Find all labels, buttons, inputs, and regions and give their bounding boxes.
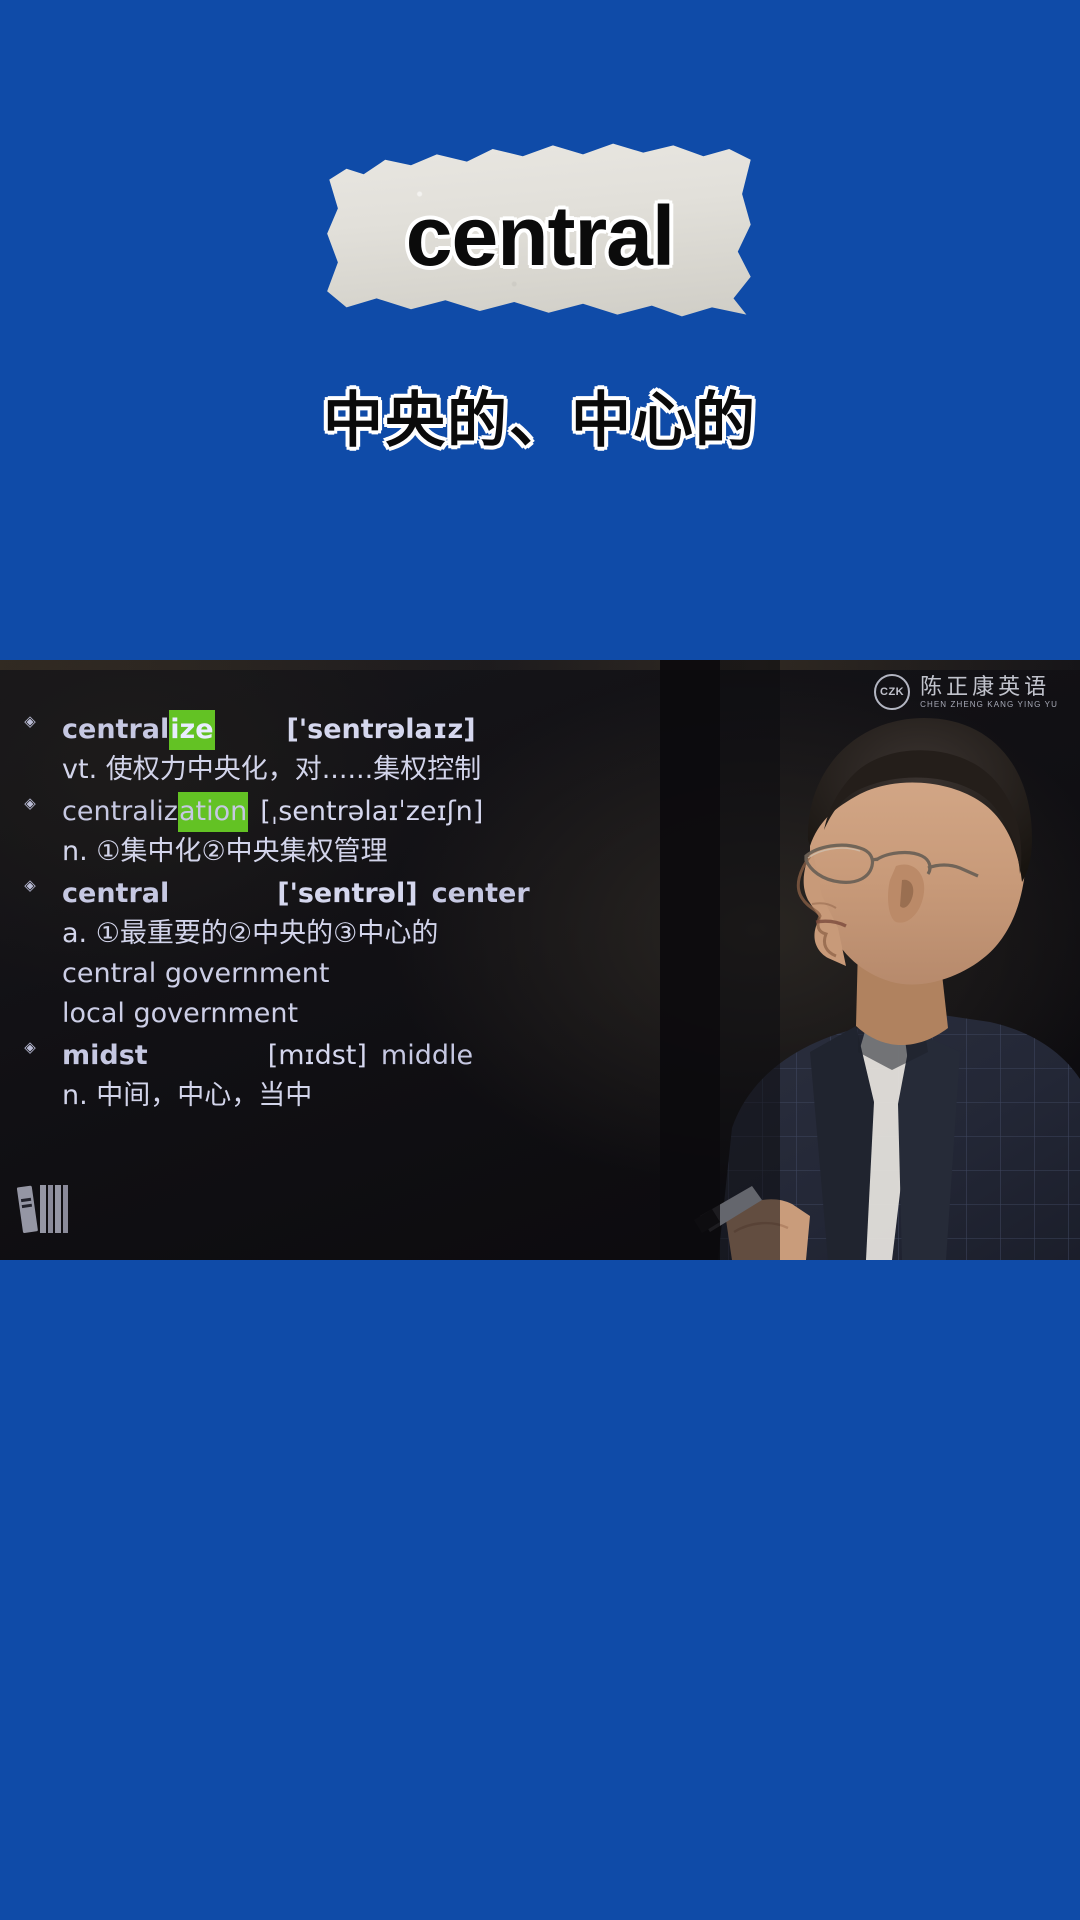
vocab-definition: a. ①最重要的②中央的③中心的 [62, 918, 439, 949]
vocab-term-line: centraliz ation [ˌsentrəlaɪˈzeɪʃn] [22, 792, 632, 832]
vocab-entry: ◈ central ['sentrəl] center a. ①最重要的②中央的… [22, 874, 632, 1034]
vocab-definition: n. 中间，中心，当中 [62, 1080, 313, 1111]
vocab-example: local government [62, 998, 299, 1029]
vocab-term-line: central ize ['sentrəlaɪz] [22, 710, 632, 750]
diamond-bullet-icon: ◈ [24, 712, 36, 730]
vocab-entry: ◈ midst [mɪdst] middle n. 中间，中心，当中 [22, 1036, 632, 1116]
vocab-term: midst [62, 1040, 148, 1071]
vocab-example: central government [62, 958, 330, 989]
vocab-synonym: middle [380, 1040, 474, 1071]
vocab-term-line: midst [mɪdst] middle [22, 1036, 632, 1076]
vocab-definition: n. ①集中化②中央集权管理 [62, 836, 388, 867]
vocab-term: centraliz [62, 796, 178, 827]
books-icon [16, 1185, 68, 1233]
vocab-entry: ◈ centraliz ation [ˌsentrəlaɪˈzeɪʃn] n. ①… [22, 792, 632, 872]
vocab-ipa: [ˌsentrəlaɪˈzeɪʃn] [260, 796, 484, 827]
vocab-ipa: ['sentrəlaɪz] [286, 714, 476, 745]
app-root: central 中央的、中心的 ◈ central ize ['sentrəlaɪ… [0, 0, 1080, 1920]
lecture-video-panel[interactable]: ◈ central ize ['sentrəlaɪz] vt. 使权力中央化，对.… [0, 660, 1080, 1260]
diamond-bullet-icon: ◈ [24, 1038, 36, 1056]
vocab-term-highlight: ize [169, 710, 215, 750]
diamond-bullet-icon: ◈ [24, 794, 36, 812]
vocab-term-line: central ['sentrəl] center [22, 874, 632, 914]
vocab-term-highlight: ation [177, 792, 249, 832]
vocab-definition: vt. 使权力中央化，对......集权控制 [62, 754, 482, 785]
speaker-figure [660, 660, 1080, 1260]
headword-text: central [405, 189, 675, 283]
translation-text: 中央的、中心的 [323, 387, 757, 454]
diamond-bullet-icon: ◈ [24, 876, 36, 894]
vocab-synonym: center [431, 878, 530, 909]
vocab-ipa: ['sentrəl] [277, 878, 418, 909]
lecture-slide-text: ◈ central ize ['sentrəlaɪz] vt. 使权力中央化，对.… [22, 710, 632, 1118]
vocab-term: central [62, 878, 170, 909]
vocab-ipa: [mɪdst] [267, 1040, 367, 1071]
flashcard-word-card: central [0, 140, 1080, 320]
torn-paper-card: central [325, 140, 755, 320]
vocab-entry: ◈ central ize ['sentrəlaɪz] vt. 使权力中央化，对.… [22, 710, 632, 790]
vocab-term: central [62, 714, 170, 745]
